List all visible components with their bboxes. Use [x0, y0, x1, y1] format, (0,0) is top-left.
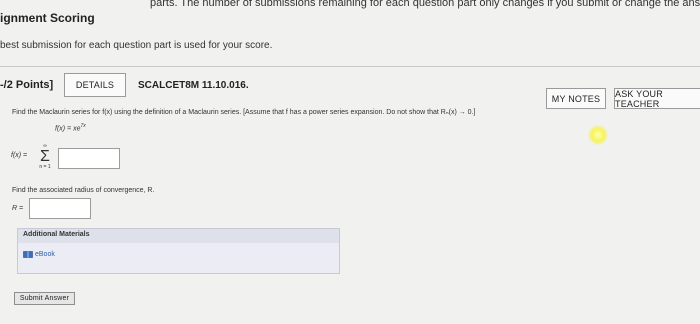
- function-definition: f(x) = xe7x: [55, 123, 86, 132]
- ebook-link[interactable]: eBook: [23, 251, 55, 258]
- ebook-label: eBook: [35, 251, 55, 258]
- radius-lhs: R =: [12, 205, 24, 212]
- submit-answer-button[interactable]: Submit Answer: [14, 292, 75, 305]
- points-label: -/2 Points]: [0, 79, 54, 91]
- question-prompt: Find the Maclaurin series for f(x) using…: [12, 109, 476, 116]
- ask-teacher-button[interactable]: ASK YOUR TEACHER: [614, 88, 700, 109]
- sigma-notation: ∞ Σ n = 1: [38, 143, 52, 170]
- divider: [0, 66, 700, 67]
- function-exponent: 7x: [80, 123, 86, 129]
- sigma-lower-limit: n = 1: [39, 164, 51, 170]
- sigma-icon: Σ: [40, 148, 50, 165]
- radius-answer-input[interactable]: [29, 198, 91, 219]
- function-lhs: f(x) = xe: [55, 125, 81, 133]
- question-code: SCALCET8M 11.10.016.: [138, 80, 249, 91]
- section-subtitle: best submission for each question part i…: [0, 40, 273, 51]
- series-lhs: f(x) =: [11, 152, 28, 159]
- section-title: ignment Scoring: [0, 11, 95, 25]
- my-notes-button[interactable]: MY NOTES: [546, 88, 606, 109]
- details-button[interactable]: DETAILS: [64, 73, 126, 97]
- radius-prompt: Find the associated radius of convergenc…: [12, 187, 155, 194]
- cursor-highlight: [588, 125, 608, 145]
- additional-materials-title: Additional Materials: [23, 231, 90, 238]
- series-answer-input[interactable]: [58, 148, 120, 169]
- book-icon: [23, 251, 33, 258]
- submission-note: parts. The number of submissions remaini…: [150, 0, 700, 9]
